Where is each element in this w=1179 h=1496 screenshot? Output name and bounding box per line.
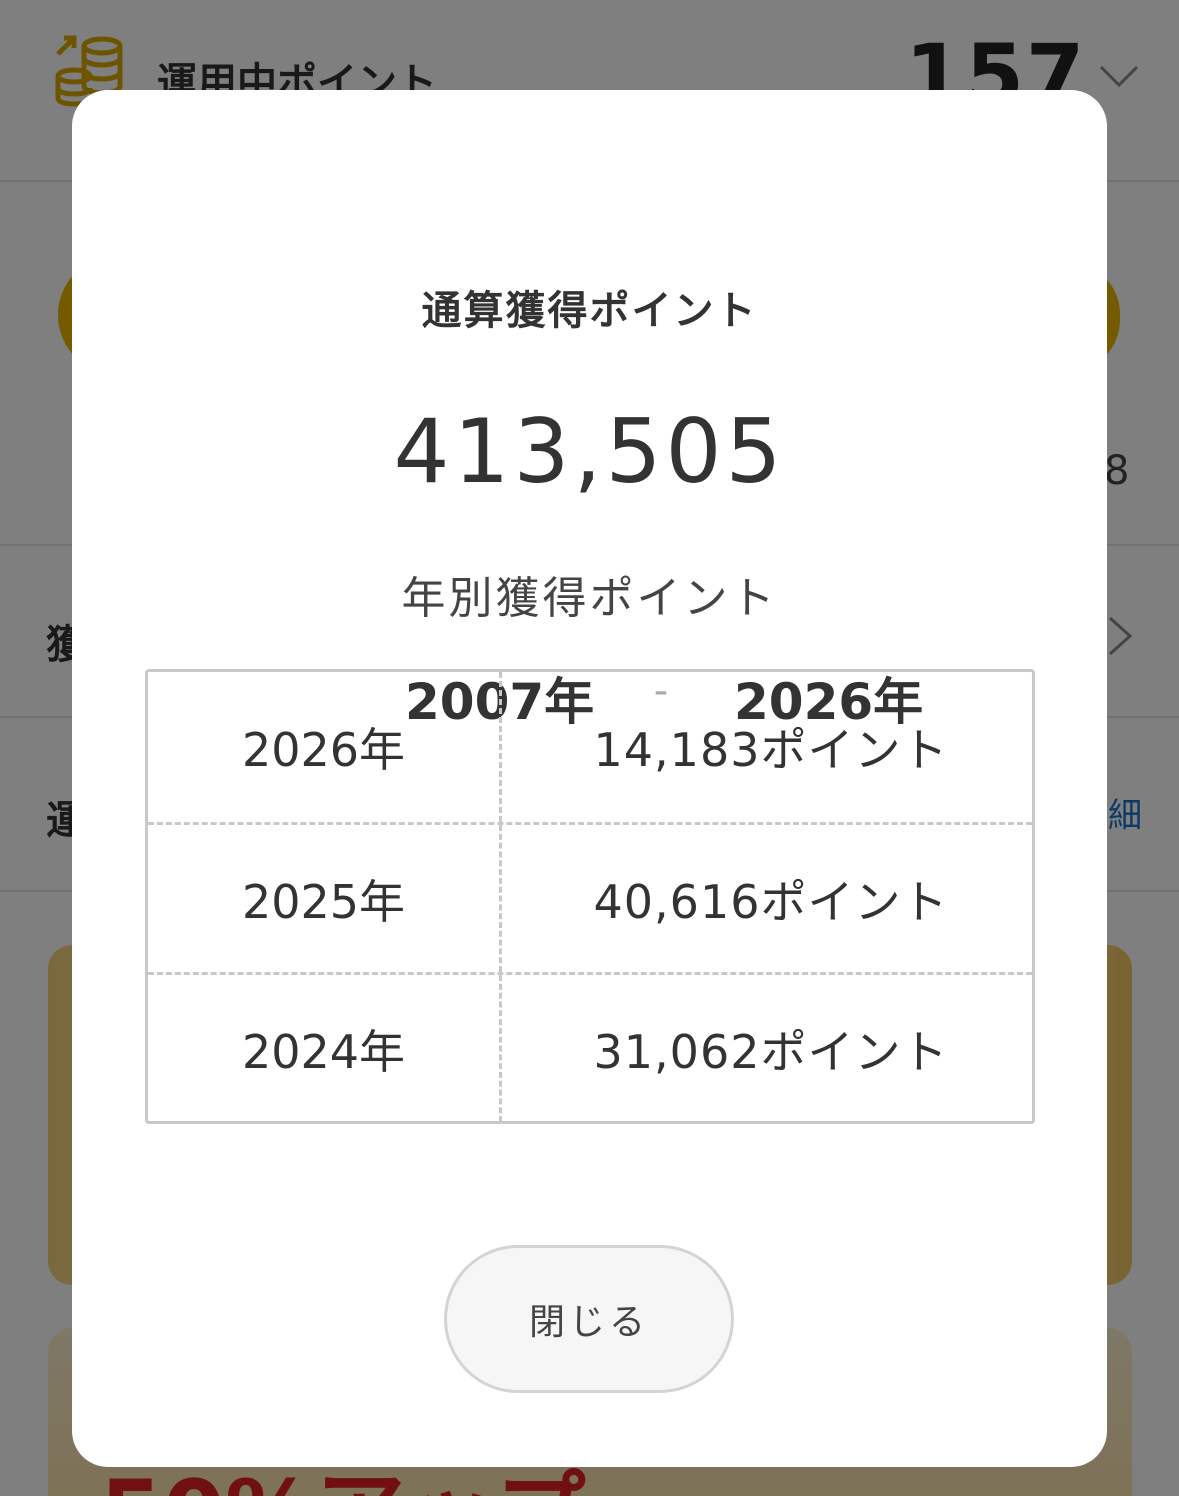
total-points-modal: 通算獲得ポイント 413,505 年別獲得ポイント 2007年 - 2026年 … xyxy=(72,90,1107,1467)
yearly-points-table: 2026年 14,183ポイント 2025年 40,616ポイント 2024年 … xyxy=(145,669,1035,1124)
table-row: 2026年 14,183ポイント xyxy=(148,672,1032,822)
modal-title: 通算獲得ポイント xyxy=(421,288,758,334)
table-row: 2024年 31,062ポイント xyxy=(148,972,1032,1122)
year-cell: 2024年 xyxy=(148,975,502,1122)
app-screen: 運用中ポイント 157 8 獲 運 細 50%アップ 通算獲得ポイント 413,… xyxy=(0,0,1179,1496)
points-cell: 31,062ポイント xyxy=(593,1024,949,1079)
points-cell: 14,183ポイント xyxy=(593,723,949,777)
total-points-value: 413,505 xyxy=(393,400,786,503)
year-cell: 2026年 xyxy=(148,672,502,822)
year-cell: 2025年 xyxy=(148,825,502,972)
points-cell: 40,616ポイント xyxy=(593,874,949,929)
table-row: 2025年 40,616ポイント xyxy=(148,822,1032,972)
close-button[interactable]: 閉じる xyxy=(444,1245,734,1393)
yearly-points-heading: 年別獲得ポイント xyxy=(401,573,778,624)
